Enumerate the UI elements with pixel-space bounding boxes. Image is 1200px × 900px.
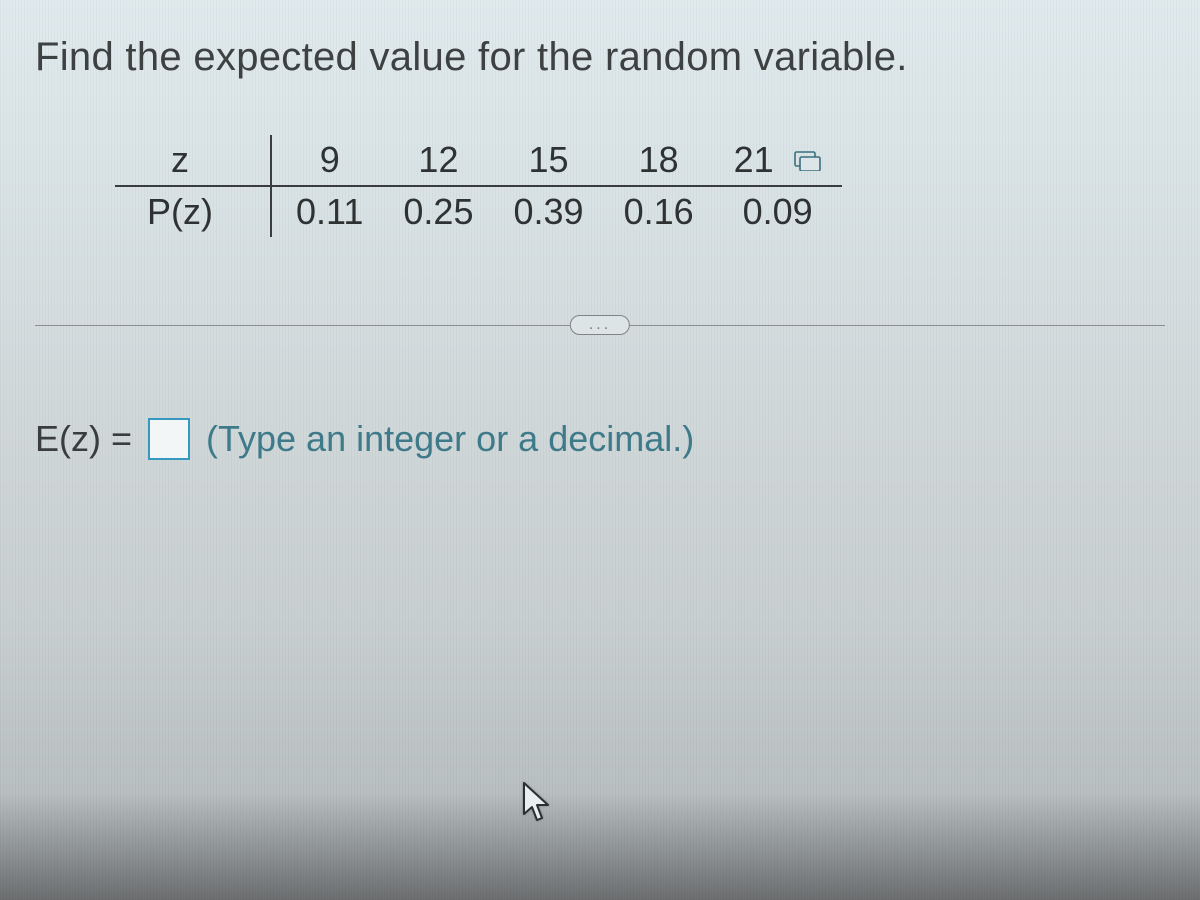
section-divider: ... — [35, 307, 1165, 343]
z-value: 15 — [493, 135, 603, 186]
table-row: P(z) 0.11 0.25 0.39 0.16 0.09 — [115, 186, 842, 237]
row-header-pz: P(z) — [115, 186, 271, 237]
p-value: 0.11 — [271, 186, 383, 237]
z-value-text: 21 — [734, 139, 774, 180]
z-value: 21 — [714, 135, 842, 186]
p-value: 0.16 — [604, 186, 714, 237]
answer-hint: (Type an integer or a decimal.) — [206, 418, 694, 460]
expected-value-input[interactable] — [148, 418, 190, 460]
distribution-table: z 9 12 15 18 21 P(z) 0.11 0.25 0.39 0.16… — [115, 135, 842, 237]
p-value: 0.39 — [493, 186, 603, 237]
p-value: 0.09 — [714, 186, 842, 237]
z-value: 12 — [383, 135, 493, 186]
expand-button[interactable]: ... — [570, 315, 630, 335]
row-header-z: z — [115, 135, 271, 186]
question-text: Find the expected value for the random v… — [35, 35, 1165, 80]
cursor-icon — [520, 780, 554, 826]
answer-row: E(z) = (Type an integer or a decimal.) — [35, 418, 1165, 460]
p-value: 0.25 — [383, 186, 493, 237]
z-value: 18 — [604, 135, 714, 186]
copy-table-icon[interactable] — [794, 149, 822, 171]
table-row: z 9 12 15 18 21 — [115, 135, 842, 186]
answer-prefix: E(z) = — [35, 418, 132, 460]
z-value: 9 — [271, 135, 383, 186]
question-panel: Find the expected value for the random v… — [0, 0, 1200, 460]
